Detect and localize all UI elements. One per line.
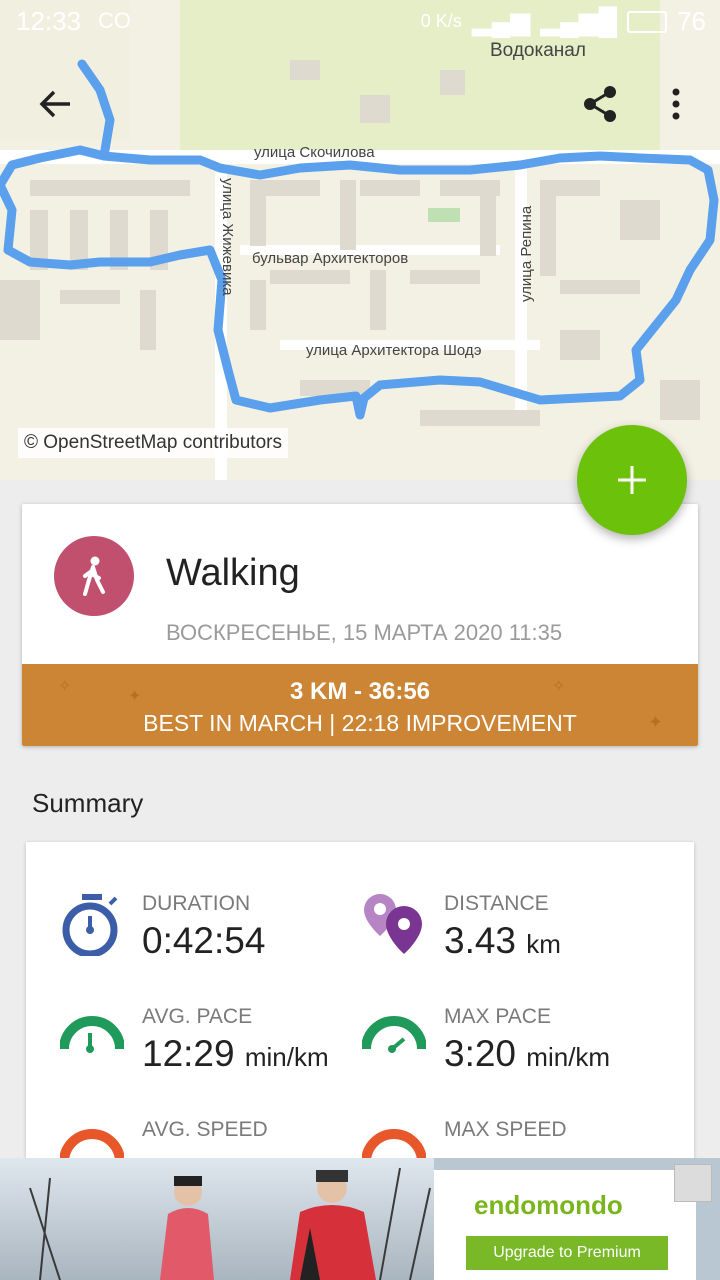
personal-best-banner[interactable]: ✧ ✦ ✧ ✦ 3 KM - 36:56 BEST IN MARCH | 22:… (22, 664, 698, 746)
stat-number: 3.43 (444, 920, 517, 961)
status-time: 12:33 (16, 6, 82, 36)
stat-label: DURATION (142, 892, 251, 915)
status-bar: 12:33 CO 0 K/s ▂▄▆ ▂▄▆█ 76 (0, 0, 720, 44)
map-label-repina: улица Репина (518, 205, 535, 302)
speedometer-icon (60, 1016, 124, 1053)
stat-max-pace: MAX PACE 3:20 min/km (362, 1005, 682, 1105)
stat-label: DISTANCE (444, 892, 549, 915)
map-background (0, 0, 720, 480)
best-result: 3 KM - 36:56 (289, 678, 431, 705)
signal-icon-2: ▂▄▆█ (540, 6, 618, 36)
sport-badge (54, 536, 134, 616)
stat-label: AVG. SPEED (142, 1118, 268, 1141)
back-button[interactable] (28, 76, 84, 132)
walking-icon (83, 556, 105, 596)
net-speed: 0 K/s (420, 11, 462, 31)
stat-label: MAX SPEED (444, 1118, 567, 1141)
stopwatch-icon (62, 894, 118, 956)
speedometer-icon (362, 1016, 426, 1053)
co-icon: CO (98, 8, 131, 33)
endomondo-logo: endomondo (474, 1190, 623, 1220)
stat-unit: min/km (244, 1042, 329, 1072)
map-attribution[interactable]: © OpenStreetMap contributors (18, 428, 288, 458)
stat-value: 3.43 km (444, 920, 561, 962)
map-pins-icon (364, 894, 422, 954)
upgrade-premium-button[interactable]: Upgrade to Premium (466, 1236, 668, 1270)
stat-distance: DISTANCE 3.43 km (362, 892, 682, 992)
sport-name: Walking (166, 552, 300, 594)
status-icons: 0 K/s ▂▄▆ ▂▄▆█ 76 (421, 6, 706, 37)
stat-value: 0:42:54 (142, 920, 265, 962)
best-improvement: BEST IN MARCH | 22:18 IMPROVEMENT (143, 710, 577, 736)
summary-title: Summary (32, 788, 144, 818)
route-map[interactable]: Водоканал улица Скочилова улица Жижевика… (0, 0, 720, 480)
ad-panel[interactable]: endomondo Upgrade to Premium (434, 1170, 696, 1280)
map-label-bulvar: бульвар Архитекторов (252, 250, 409, 267)
plus-icon (618, 466, 646, 494)
map-label-shoda: улица Архитектора Шодэ (306, 342, 482, 359)
add-button[interactable] (577, 425, 687, 535)
share-icon (584, 86, 616, 122)
stat-label: MAX PACE (444, 1005, 551, 1028)
more-options-button[interactable] (648, 76, 704, 132)
share-button[interactable] (572, 76, 628, 132)
more-vert-icon (672, 88, 680, 120)
stat-unit: min/km (526, 1042, 611, 1072)
ad-info-icon[interactable] (674, 1164, 712, 1202)
ad-banner[interactable]: endomondo Upgrade to Premium (0, 1158, 720, 1280)
workout-date: ВОСКРЕСЕНЬЕ, 15 МАРТА 2020 11:35 (166, 620, 563, 645)
signal-icon: ▂▄▆ (471, 6, 531, 36)
stat-label: AVG. PACE (142, 1005, 253, 1028)
stat-value: 12:29 min/km (142, 1033, 329, 1075)
battery-icon (627, 10, 668, 33)
stat-number: 12:29 (142, 1033, 235, 1074)
summary-card: DURATION 0:42:54 DISTANCE 3.43 km AVG. P… (26, 842, 694, 1172)
stat-duration: DURATION 0:42:54 (60, 892, 380, 992)
map-label-zhizhevika: улица Жижевика (219, 178, 236, 296)
stat-number: 0:42:54 (142, 920, 266, 961)
arrow-left-icon (39, 90, 70, 118)
stat-number: 3:20 (444, 1033, 517, 1074)
battery-level: 76 (677, 6, 706, 36)
stat-unit: km (526, 929, 561, 959)
ad-image (0, 1158, 434, 1280)
workout-card: Walking ВОСКРЕСЕНЬЕ, 15 МАРТА 2020 11:35… (22, 504, 698, 746)
runners-image (29, 1167, 431, 1280)
stat-avg-pace: AVG. PACE 12:29 min/km (60, 1005, 380, 1105)
stat-value: 3:20 min/km (444, 1033, 610, 1075)
map-label-skochilova: улица Скочилова (254, 144, 375, 161)
